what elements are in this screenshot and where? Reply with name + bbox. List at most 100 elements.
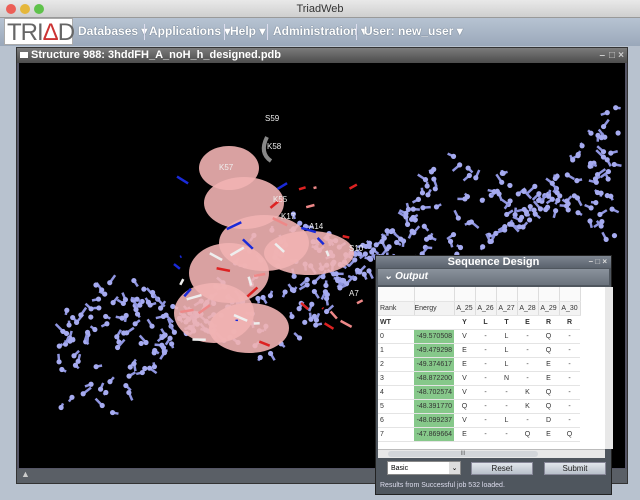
- dna-atom: [516, 224, 522, 230]
- residue-cell: -: [475, 413, 496, 428]
- dna-atom: [615, 130, 621, 136]
- menu-administration[interactable]: Administration ▾: [273, 24, 367, 38]
- app-title: TriadWeb: [296, 3, 344, 15]
- dna-atom: [433, 204, 440, 210]
- dna-atom: [473, 175, 479, 181]
- close-window-button[interactable]: [6, 4, 16, 14]
- table-row[interactable]: 4 -48.702574 V - - K Q -: [378, 385, 580, 400]
- side-chain: [329, 310, 338, 320]
- dialog-titlebar[interactable]: Sequence Design – □ ×: [376, 256, 611, 268]
- residue-label: S10: [349, 244, 364, 253]
- status-text: Results from Successful job 532 loaded.: [380, 482, 505, 489]
- dna-atom: [431, 176, 437, 182]
- residue-cell: -: [517, 413, 538, 428]
- menu-applications[interactable]: Applications ▾: [149, 24, 230, 38]
- window-icon: [20, 52, 28, 58]
- column-header[interactable]: A_26: [475, 301, 497, 316]
- column-header[interactable]: A_25: [454, 301, 476, 316]
- dna-atom: [123, 382, 129, 389]
- table-row[interactable]: 2 -49.374617 E - L - E -: [378, 357, 580, 372]
- column-header[interactable]: A_27: [496, 301, 518, 316]
- dna-atom: [313, 317, 320, 323]
- collapse-arrow-icon[interactable]: ▲: [21, 469, 30, 479]
- mode-select[interactable]: Basic ⌄: [387, 461, 461, 475]
- menu-help[interactable]: Help ▾: [230, 24, 265, 38]
- dna-atom: [605, 168, 612, 175]
- structure-window-titlebar[interactable]: Structure 988: 3hddFH_A_noH_h_designed.p…: [17, 48, 627, 63]
- submit-button[interactable]: Submit: [544, 462, 606, 475]
- dna-atom: [167, 335, 173, 341]
- minimize-window-button[interactable]: [20, 4, 30, 14]
- maximize-icon[interactable]: □: [609, 48, 615, 63]
- column-header[interactable]: A_29: [538, 301, 560, 316]
- rank-cell: 3: [378, 371, 414, 386]
- dna-atom: [66, 322, 72, 328]
- dna-atom: [302, 319, 308, 325]
- table-row[interactable]: 7 -47.869664 E - - Q E Q: [378, 427, 580, 442]
- horizontal-scrollbar[interactable]: III: [378, 449, 605, 458]
- table-row[interactable]: 3 -48.872200 V - N - E -: [378, 371, 580, 386]
- triad-logo[interactable]: TRIΔD: [4, 18, 75, 46]
- rank-cell: 6: [378, 413, 414, 428]
- minimize-icon[interactable]: –: [599, 48, 605, 63]
- column-header[interactable]: Energy: [414, 301, 455, 316]
- dna-atom: [59, 366, 65, 373]
- column-header[interactable]: A_30: [559, 301, 581, 316]
- dna-atom: [296, 335, 303, 341]
- vertical-scrollbar[interactable]: [605, 287, 613, 449]
- dna-atom: [424, 183, 430, 189]
- dna-atom: [450, 231, 457, 238]
- dna-atom: [291, 273, 297, 279]
- side-chain: [323, 322, 335, 330]
- energy-cell: -49.479298: [414, 343, 454, 358]
- zoom-window-button[interactable]: [34, 4, 44, 14]
- dna-atom: [131, 277, 137, 284]
- menu-label: Databases: [78, 24, 139, 38]
- dna-atom: [403, 214, 409, 220]
- dna-atom: [169, 341, 175, 347]
- dna-atom: [579, 143, 585, 149]
- energy-cell: -47.869664: [414, 427, 454, 442]
- table-row[interactable]: 0 -49.570508 V - L - Q -: [378, 329, 580, 344]
- energy-cell: [414, 315, 454, 330]
- table-row[interactable]: 1 -49.479298 E - L - Q -: [378, 343, 580, 358]
- mode-select-value: Basic: [391, 465, 409, 472]
- table-row[interactable]: 5 -48.391770 Q - - K Q -: [378, 399, 580, 414]
- column-header[interactable]: Rank: [378, 301, 415, 316]
- close-icon[interactable]: ×: [618, 48, 624, 63]
- scroll-thumb[interactable]: III: [388, 451, 538, 457]
- table-row[interactable]: WT Y L T E R R: [378, 315, 580, 330]
- dna-atom: [410, 214, 416, 221]
- table-row[interactable]: 6 -48.099237 V - L - D -: [378, 413, 580, 428]
- dna-atom: [532, 211, 538, 217]
- dna-atom: [267, 350, 274, 357]
- residue-cell: L: [496, 357, 517, 372]
- menu-user[interactable]: User: new_user ▾: [364, 24, 463, 38]
- results-table: Rank Energy A_25 A_26 A_27 A_28 A_29 A_30 WT Y L T…: [378, 287, 605, 449]
- reset-button[interactable]: Reset: [471, 462, 533, 475]
- output-section-header[interactable]: ⌄ Output: [378, 269, 609, 285]
- protein-helix: [209, 303, 289, 353]
- dna-atom: [537, 206, 544, 212]
- dialog-title: Sequence Design: [447, 256, 540, 268]
- dna-atom: [337, 285, 343, 291]
- dna-atom: [603, 236, 609, 243]
- rank-cell: 7: [378, 427, 414, 442]
- side-chain: [305, 203, 315, 209]
- dna-atom: [70, 314, 76, 321]
- dna-atom: [521, 188, 527, 194]
- residue-cell: -: [475, 371, 496, 386]
- dna-atom: [604, 192, 610, 199]
- dna-atom: [267, 293, 274, 299]
- dna-atom: [150, 289, 156, 296]
- dialog-window-controls-icon[interactable]: – □ ×: [589, 256, 607, 268]
- column-header[interactable]: A_28: [517, 301, 539, 316]
- dna-atom: [323, 282, 329, 289]
- dna-atom: [58, 404, 64, 411]
- residue-cell: Q: [559, 427, 580, 442]
- residue-cell: -: [559, 371, 580, 386]
- residue-cell: Q: [538, 385, 559, 400]
- residue-cell: -: [475, 357, 496, 372]
- dna-atom: [600, 154, 607, 160]
- menu-databases[interactable]: Databases ▾: [78, 24, 147, 38]
